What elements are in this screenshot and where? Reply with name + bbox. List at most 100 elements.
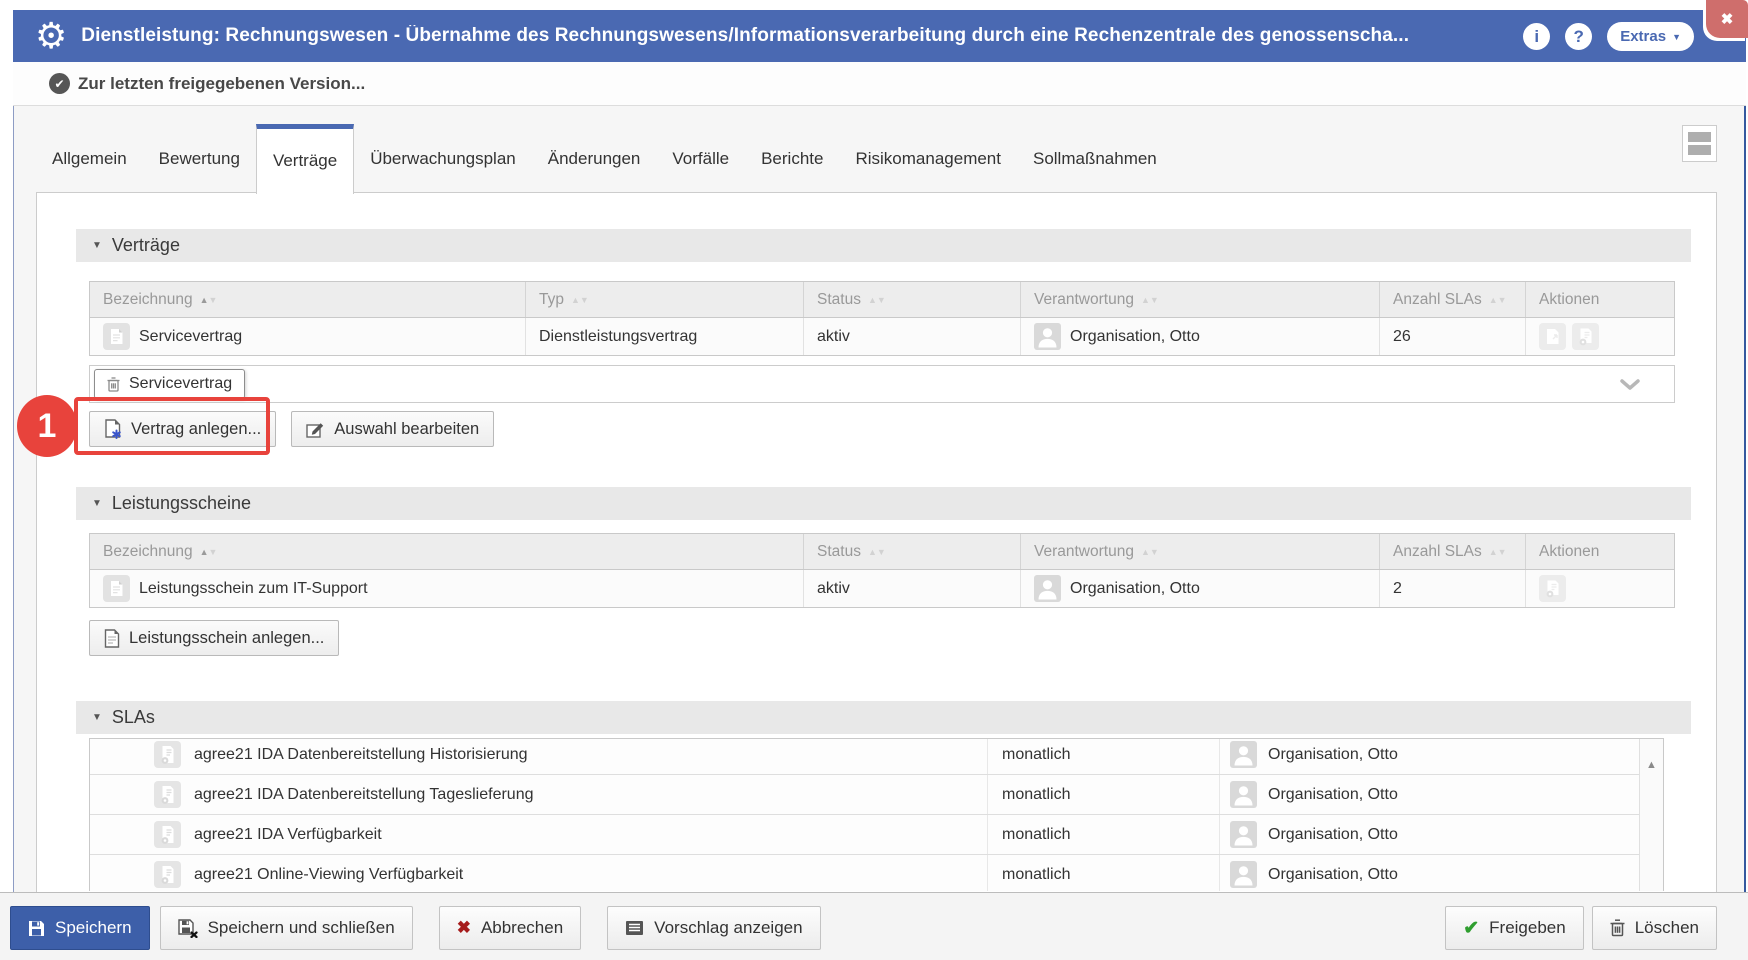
person-icon (1230, 861, 1257, 888)
help-button[interactable]: ? (1565, 23, 1592, 50)
panel-bar-top (1688, 132, 1711, 142)
person-icon (1230, 741, 1257, 768)
tab-berichte[interactable]: Berichte (745, 125, 839, 193)
section-title: Verträge (112, 235, 180, 256)
section-header-leistungsscheine[interactable]: ▼ Leistungsscheine (76, 487, 1691, 520)
panel-bar-bottom (1688, 145, 1711, 155)
tab-panel-vertraege: ▼ Verträge Bezeichnung ▲▼ Typ ▲▼ Status … (36, 192, 1717, 893)
person-icon (1034, 323, 1061, 350)
close-button[interactable]: ✖ (1706, 0, 1748, 38)
column-header-anzahl-slas[interactable]: Anzahl SLAs ▲▼ (1380, 534, 1526, 569)
version-bar: ✔ Zur letzten freigegebenen Version... (13, 62, 1746, 106)
close-icon: ✖ (1721, 10, 1734, 28)
person-icon (1034, 575, 1061, 602)
vertical-scrollbar[interactable]: ▲ (1639, 739, 1663, 891)
performance-record-icon (103, 575, 130, 602)
delete-button[interactable]: Löschen (1592, 906, 1717, 950)
sla-table: agree21 IDA Datenbereitstellung Historis… (89, 738, 1664, 891)
table-row[interactable]: Leistungsschein zum IT-Support aktiv Org… (90, 570, 1674, 607)
section-header-slas[interactable]: ▼ SLAs (76, 701, 1691, 734)
layout-panels-icon[interactable] (1682, 125, 1717, 162)
sort-icons: ▲▼ (200, 295, 217, 305)
tab-bar: Allgemein Bewertung Verträge Überwachung… (36, 124, 1173, 193)
edit-selection-button[interactable]: Auswahl bearbeiten (291, 411, 494, 447)
tab-ueberwachungsplan[interactable]: Überwachungsplan (354, 125, 532, 193)
section-header-vertraege[interactable]: ▼ Verträge (76, 229, 1691, 262)
cancel-x-icon: ✖ (457, 918, 471, 938)
sla-action-icon[interactable] (1539, 575, 1566, 602)
collapse-icon: ▼ (92, 712, 102, 723)
table-header-row: Bezeichnung ▲▼ Status ▲▼ Verantwortung ▲… (90, 534, 1674, 570)
table-row[interactable]: agree21 IDA Verfügbarkeit monatlich Orga… (90, 815, 1640, 855)
extras-button[interactable]: Extras ▼ (1607, 22, 1694, 51)
table-row[interactable]: agree21 IDA Datenbereitstellung Historis… (90, 738, 1640, 775)
list-icon (625, 920, 644, 936)
person-icon (1230, 781, 1257, 808)
column-header-bezeichnung[interactable]: Bezeichnung ▲▼ (90, 534, 804, 569)
sort-icons: ▲▼ (1489, 547, 1506, 557)
tab-sollmassnahmen[interactable]: Sollmaßnahmen (1017, 125, 1173, 193)
show-proposal-button[interactable]: Vorschlag anzeigen (607, 906, 820, 950)
table-row[interactable]: agree21 Online-Viewing Verfügbarkeit mon… (90, 855, 1640, 891)
contract-select-field[interactable]: Servicevertrag (89, 365, 1675, 403)
save-button[interactable]: Speichern (10, 906, 150, 950)
extras-label: Extras (1620, 28, 1666, 45)
vertraege-table: Bezeichnung ▲▼ Typ ▲▼ Status ▲▼ Verantwo… (89, 281, 1675, 356)
column-header-aktionen: Aktionen (1526, 534, 1674, 569)
content-area: Allgemein Bewertung Verträge Überwachung… (14, 106, 1744, 892)
sla-icon (154, 781, 181, 808)
help-icon: ? (1574, 27, 1584, 47)
footer-toolbar: Speichern Speichern und schließen ✖ Abbr… (0, 892, 1748, 960)
column-header-typ[interactable]: Typ ▲▼ (526, 282, 804, 317)
window-border-right (1744, 10, 1746, 892)
window-titlebar: ⚙ Dienstleistung: Rechnungswesen - Übern… (13, 10, 1746, 62)
selected-contract-chip[interactable]: Servicevertrag (94, 369, 245, 399)
scroll-up-icon[interactable]: ▲ (1646, 759, 1657, 891)
column-header-verantwortung[interactable]: Verantwortung ▲▼ (1021, 282, 1380, 317)
document-icon (104, 629, 120, 648)
column-header-status[interactable]: Status ▲▼ (804, 534, 1021, 569)
column-header-bezeichnung[interactable]: Bezeichnung ▲▼ (90, 282, 526, 317)
tab-vertraege[interactable]: Verträge (256, 124, 354, 194)
save-icon (28, 920, 45, 937)
tab-bewertung[interactable]: Bewertung (143, 125, 256, 193)
version-link[interactable]: Zur letzten freigegebenen Version... (78, 74, 365, 94)
check-icon: ✔ (1463, 917, 1479, 940)
sort-icons: ▲▼ (1489, 295, 1506, 305)
sort-icons: ▲▼ (571, 295, 588, 305)
info-button[interactable]: i (1523, 23, 1550, 50)
trash-icon[interactable] (107, 377, 120, 392)
table-row[interactable]: Servicevertrag Dienstleistungsvertrag ak… (90, 318, 1674, 355)
collapse-icon: ▼ (92, 498, 102, 509)
cancel-button[interactable]: ✖ Abbrechen (439, 906, 581, 950)
sla-action-icon[interactable] (1572, 323, 1599, 350)
sla-icon (154, 821, 181, 848)
sort-icons: ▲▼ (868, 547, 885, 557)
column-header-anzahl-slas[interactable]: Anzahl SLAs ▲▼ (1380, 282, 1526, 317)
footer-right-buttons: ✔ Freigeben Löschen (1445, 906, 1717, 950)
section-title: Leistungsscheine (112, 493, 251, 514)
gear-icon: ⚙ (35, 10, 67, 62)
sort-icons: ▲▼ (1141, 547, 1158, 557)
sla-rows: agree21 IDA Datenbereitstellung Historis… (90, 738, 1640, 891)
column-header-status[interactable]: Status ▲▼ (804, 282, 1021, 317)
annotation-highlight-box (74, 397, 270, 455)
open-contract-action-icon[interactable] (1539, 323, 1566, 350)
column-header-verantwortung[interactable]: Verantwortung ▲▼ (1021, 534, 1380, 569)
save-and-close-button[interactable]: Speichern und schließen (160, 906, 413, 950)
tab-risikomanagement[interactable]: Risikomanagement (839, 125, 1017, 193)
table-row[interactable]: agree21 IDA Datenbereitstellung Tageslie… (90, 775, 1640, 815)
save-close-icon (178, 919, 198, 938)
tab-aenderungen[interactable]: Änderungen (532, 125, 657, 193)
table-header-row: Bezeichnung ▲▼ Typ ▲▼ Status ▲▼ Verantwo… (90, 282, 1674, 318)
tab-vorfaelle[interactable]: Vorfälle (656, 125, 745, 193)
annotation-step-badge: 1 (17, 395, 77, 457)
section-title: SLAs (112, 707, 155, 728)
create-performance-record-button[interactable]: Leistungsschein anlegen... (89, 620, 339, 656)
tab-allgemein[interactable]: Allgemein (36, 125, 143, 193)
leistungsscheine-table: Bezeichnung ▲▼ Status ▲▼ Verantwortung ▲… (89, 533, 1675, 608)
release-button[interactable]: ✔ Freigeben (1445, 906, 1583, 950)
info-icon: i (1534, 27, 1539, 47)
column-header-aktionen: Aktionen (1526, 282, 1674, 317)
footer-left-buttons: Speichern Speichern und schließen ✖ Abbr… (10, 906, 821, 950)
